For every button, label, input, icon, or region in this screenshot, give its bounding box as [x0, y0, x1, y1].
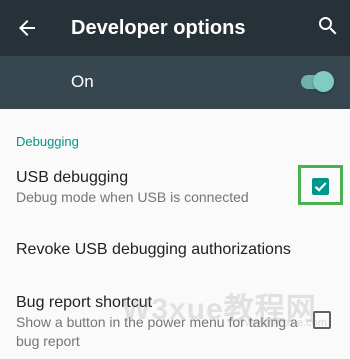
arrow-left-icon[interactable]: [15, 16, 39, 40]
usb-debugging-title: USB debugging: [16, 169, 129, 186]
page-title: Developer options: [71, 17, 246, 39]
master-switch-label: On: [71, 72, 94, 91]
search-icon[interactable]: [316, 14, 340, 38]
bug-report-summary: Show a button in the power menu for taki…: [16, 314, 298, 349]
switch-thumb: [313, 71, 334, 92]
master-switch-bar[interactable]: On: [0, 56, 350, 109]
app-bar: Developer options: [0, 0, 350, 56]
revoke-usb-title: Revoke USB debugging authorizations: [16, 241, 291, 258]
master-toggle-switch[interactable]: [299, 70, 335, 94]
section-header-debugging: Debugging: [16, 134, 79, 149]
bug-report-title: Bug report shortcut: [16, 294, 153, 311]
usb-debugging-checkbox[interactable]: [312, 178, 329, 195]
checkmark-icon: [314, 182, 327, 192]
bug-report-checkbox[interactable]: [313, 311, 331, 329]
usb-debugging-summary: Debug mode when USB is connected: [16, 189, 249, 205]
